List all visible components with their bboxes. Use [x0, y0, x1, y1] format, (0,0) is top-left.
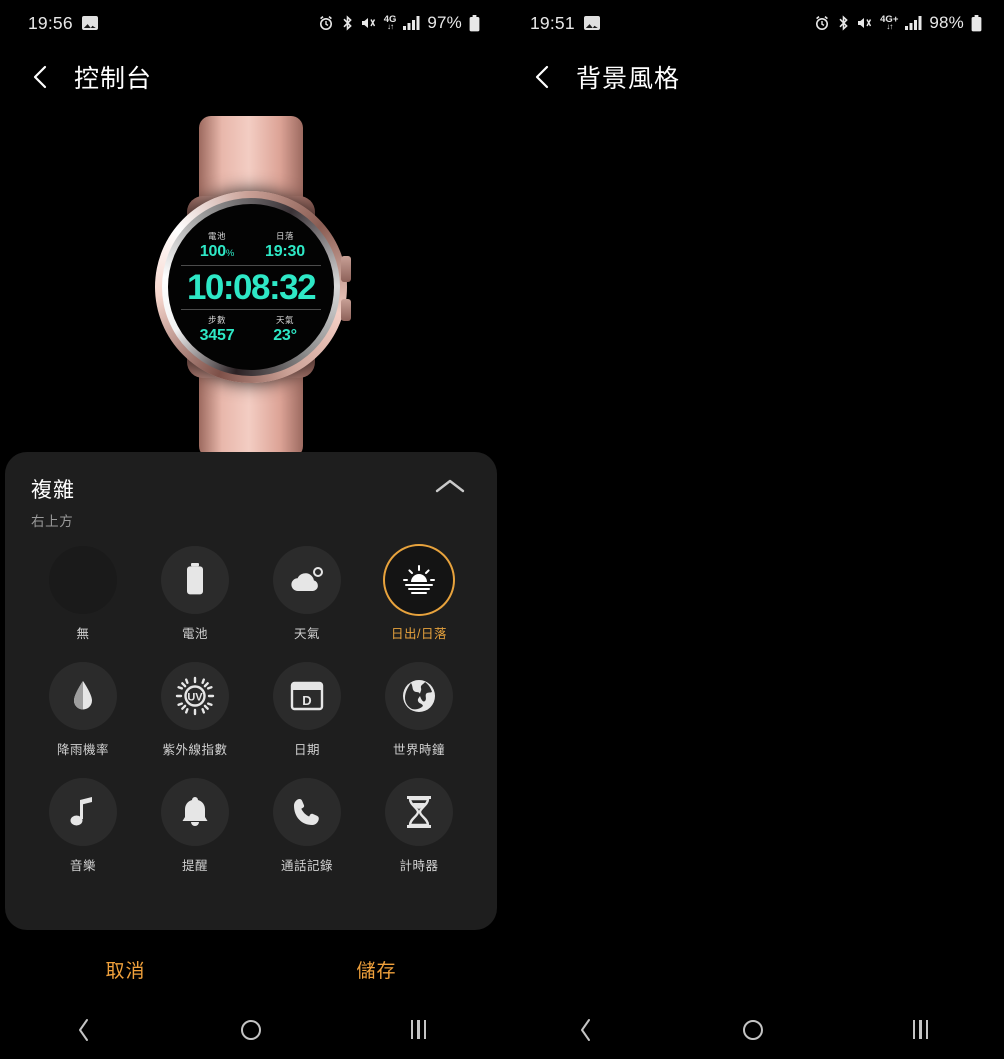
- dial-complication-steps: 步數 3457: [199, 314, 235, 344]
- complication-option-world-clock[interactable]: 世界時鐘: [363, 662, 475, 758]
- complication-option-battery[interactable]: 電池: [139, 546, 251, 642]
- signal-icon: [403, 16, 420, 30]
- watch-crown-top: [341, 256, 351, 283]
- complication-option-sunrise-sunset[interactable]: 日出/日落: [363, 546, 475, 642]
- network-4g-icon: 4G+ ↓↑: [880, 13, 899, 32]
- none-icon[interactable]: [49, 546, 117, 614]
- navigation-bar-left: [0, 1000, 502, 1059]
- back-icon[interactable]: [26, 62, 56, 92]
- watch-dial: 電池 100% 日落 19:30 10:08:32 步數 3457 天氣 23°: [168, 204, 334, 370]
- bluetooth-icon: [341, 15, 354, 31]
- dial-time: 10:08:32: [186, 267, 317, 307]
- chevron-up-icon[interactable]: [433, 476, 467, 501]
- nav-back-icon[interactable]: [502, 1018, 669, 1042]
- complication-option-none[interactable]: 無: [27, 546, 139, 642]
- status-bar-left: 19:56 4G ↓↑ 97%: [0, 0, 502, 46]
- signal-icon: [905, 16, 922, 30]
- dial-complications-bottom: 步數 3457 天氣 23°: [187, 314, 315, 345]
- header-left: 控制台: [0, 46, 502, 108]
- watch-preview[interactable]: 電池 100% 日落 19:30 10:08:32 步數 3457 天氣 23°: [0, 108, 502, 458]
- complication-option-date[interactable]: D 日期: [251, 662, 363, 758]
- screen-watch-face-editor: 19:56 4G ↓↑ 97% 控制台 電池 100% 日落 19:30 10:…: [0, 0, 502, 1059]
- raindrop-icon[interactable]: [49, 662, 117, 730]
- status-time: 19:51: [530, 12, 575, 33]
- nav-recents-icon[interactable]: [837, 1020, 1004, 1039]
- complication-option-weather[interactable]: 天氣: [251, 546, 363, 642]
- watch-crown-bottom: [341, 298, 351, 321]
- calendar-date-icon[interactable]: D: [273, 662, 341, 730]
- complication-option-uv-index[interactable]: UV 紫外線指數: [139, 662, 251, 758]
- alarm-icon: [318, 15, 334, 31]
- dial-complications-top: 電池 100% 日落 19:30: [187, 230, 315, 261]
- status-bar-right: 19:51 4G+ ↓↑ 98%: [502, 0, 1004, 46]
- bluetooth-icon: [837, 15, 850, 31]
- alarm-icon: [814, 15, 830, 31]
- page-title: 背景風格: [576, 65, 681, 93]
- svg-text:D: D: [302, 693, 311, 708]
- battery-icon: [469, 14, 480, 32]
- uv-index-icon[interactable]: UV: [161, 662, 229, 730]
- hourglass-timer-icon[interactable]: [385, 778, 453, 846]
- nav-home-icon[interactable]: [669, 1019, 836, 1041]
- dial-divider-top: [181, 264, 321, 266]
- sheet-title: 複雜: [31, 479, 75, 502]
- dial-complication-sunset: 日落 19:30: [265, 230, 305, 260]
- mute-icon: [857, 15, 873, 31]
- image-icon: [81, 16, 98, 30]
- sunrise-sunset-icon[interactable]: [385, 546, 453, 614]
- nav-home-icon[interactable]: [167, 1019, 334, 1041]
- cloud-weather-icon[interactable]: [273, 546, 341, 614]
- nav-recents-icon[interactable]: [335, 1020, 502, 1039]
- nav-back-icon[interactable]: [0, 1018, 167, 1042]
- complication-option-call-log[interactable]: 通話記錄: [251, 778, 363, 874]
- save-button[interactable]: 儲存: [251, 942, 502, 996]
- complication-option-timer[interactable]: 計時器: [363, 778, 475, 874]
- sheet-header: 複雜 右上方: [5, 452, 497, 530]
- status-time: 19:56: [28, 12, 73, 33]
- action-bar: 取消 儲存: [0, 942, 502, 996]
- page-title: 控制台: [74, 65, 153, 93]
- battery-icon[interactable]: [161, 546, 229, 614]
- music-note-icon[interactable]: [49, 778, 117, 846]
- battery-icon: [971, 14, 982, 32]
- image-icon: [583, 16, 600, 30]
- svg-text:UV: UV: [187, 692, 203, 704]
- complication-option-rain-chance[interactable]: 降雨機率: [27, 662, 139, 758]
- sheet-subtitle: 右上方: [31, 514, 74, 529]
- bell-reminder-icon[interactable]: [161, 778, 229, 846]
- network-4g-icon: 4G ↓↑: [383, 13, 397, 32]
- battery-percent: 98%: [929, 13, 964, 32]
- mute-icon: [361, 15, 377, 31]
- complication-option-music[interactable]: 音樂: [27, 778, 139, 874]
- dial-divider-bottom: [181, 308, 321, 310]
- header-right: 背景風格: [502, 46, 1004, 108]
- battery-percent: 97%: [427, 13, 462, 32]
- navigation-bar-right: [502, 1000, 1004, 1059]
- globe-world-clock-icon[interactable]: [385, 662, 453, 730]
- dial-complication-weather: 天氣 23°: [273, 314, 297, 344]
- back-icon[interactable]: [528, 62, 558, 92]
- screen-background-style: 19:51 4G+ ↓↑ 98% 背景風格: [502, 0, 1004, 1059]
- complication-grid: 無 電池 天氣 日出/日落 降雨機率 UV 紫外線指數 D 日期 世界時鐘 音樂…: [5, 530, 497, 874]
- dial-complication-battery: 電池 100%: [199, 230, 235, 260]
- complications-sheet: 複雜 右上方 無 電池 天氣 日出/日落 降雨機率 UV 紫外線指數 D 日期 …: [5, 452, 497, 930]
- cancel-button[interactable]: 取消: [0, 942, 251, 996]
- complication-option-reminder[interactable]: 提醒: [139, 778, 251, 874]
- phone-call-log-icon[interactable]: [273, 778, 341, 846]
